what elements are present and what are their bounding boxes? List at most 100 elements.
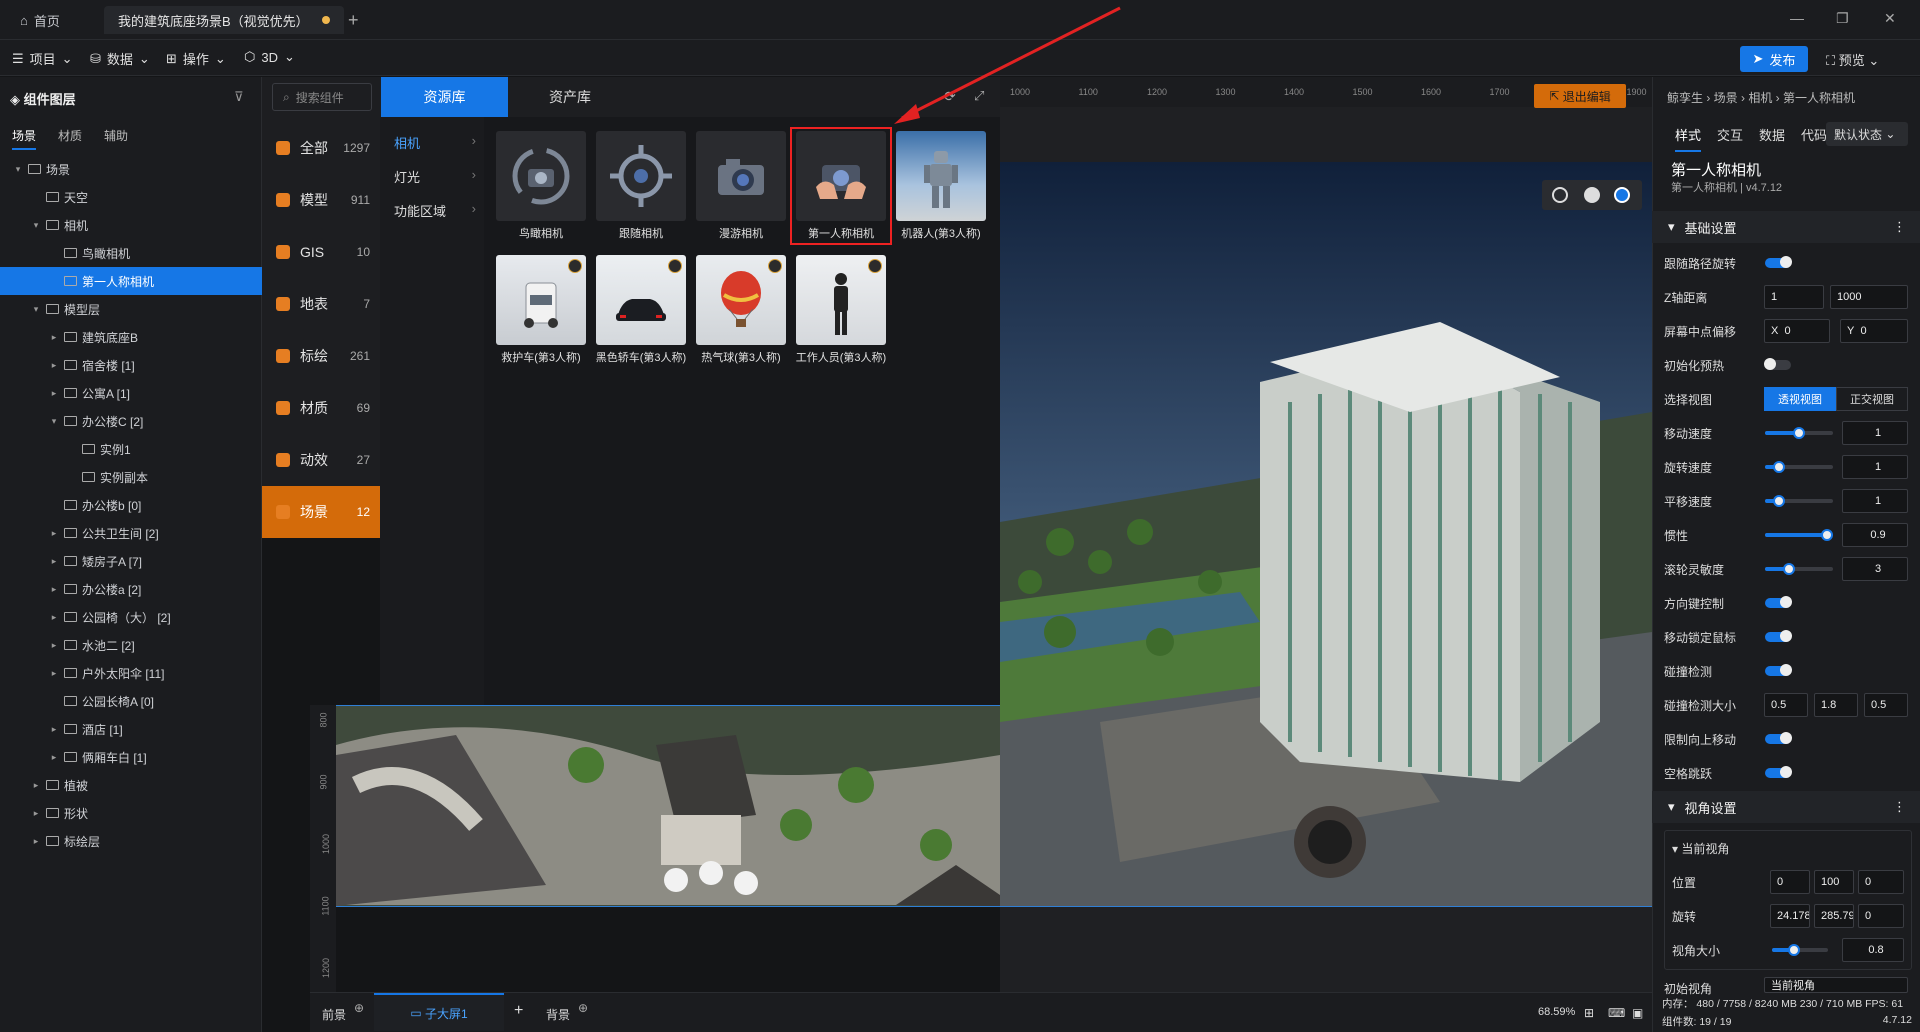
- foreground-tab[interactable]: 前景: [322, 1006, 346, 1023]
- tree-item[interactable]: ▸ 形状: [0, 799, 262, 827]
- current-view-header[interactable]: ▾ 当前视角: [1672, 840, 1729, 857]
- item-hot-air-balloon[interactable]: [696, 255, 786, 345]
- z-min-input[interactable]: 1: [1764, 285, 1824, 309]
- caret-icon[interactable]: ▸: [48, 584, 60, 595]
- tree-item[interactable]: ▸ 矮房子A [7]: [0, 547, 262, 575]
- init-view-select[interactable]: 当前视角: [1764, 977, 1908, 993]
- z-max-input[interactable]: 1000: [1830, 285, 1908, 309]
- tree-item[interactable]: 实例副本: [0, 463, 262, 491]
- child-screen-tab[interactable]: ▭ 子大屏1: [374, 993, 504, 1031]
- category-item[interactable]: 模型 911: [262, 174, 380, 226]
- subcat-camera[interactable]: 相机 ›: [394, 133, 476, 152]
- caret-icon[interactable]: ▸: [30, 836, 42, 847]
- lock-mouse-toggle[interactable]: [1765, 630, 1792, 642]
- exit-edit-button[interactable]: ⇱ 退出编辑: [1534, 84, 1626, 108]
- tab-home[interactable]: ⌂ 首页: [20, 6, 60, 34]
- add-screen-button[interactable]: +: [514, 1002, 523, 1020]
- add-tab-button[interactable]: +: [348, 6, 359, 34]
- caret-icon[interactable]: ▸: [48, 360, 60, 371]
- caret-icon[interactable]: ▸: [48, 752, 60, 763]
- section-basic[interactable]: ▾ 基础设置 ⋮: [1652, 211, 1920, 243]
- camera-view-icon[interactable]: [1614, 187, 1630, 203]
- publish-button[interactable]: ➤ 发布: [1740, 46, 1808, 72]
- add-circle-icon[interactable]: ⊕: [354, 1001, 364, 1015]
- menu-project[interactable]: ☰ 项目 ⌄: [12, 49, 73, 68]
- tree-item[interactable]: 鸟瞰相机: [0, 239, 262, 267]
- collision-size-z[interactable]: 0.5: [1864, 693, 1908, 717]
- close-icon[interactable]: ✕: [1884, 10, 1896, 27]
- collision-size-x[interactable]: 0.5: [1764, 693, 1808, 717]
- expand-icon[interactable]: ⤢: [974, 88, 984, 104]
- scene-render-lower[interactable]: [336, 705, 1000, 906]
- tree-item[interactable]: ▾ 模型层: [0, 295, 262, 323]
- caret-icon[interactable]: ▸: [48, 668, 60, 679]
- tree-item[interactable]: ▸ 公共卫生间 [2]: [0, 519, 262, 547]
- category-item[interactable]: 地表 7: [262, 278, 380, 330]
- tree-item[interactable]: ▸ 办公楼a [2]: [0, 575, 262, 603]
- tab-code[interactable]: 代码: [1801, 125, 1827, 152]
- add-circle-icon[interactable]: ⊕: [578, 1001, 588, 1015]
- collision-size-y[interactable]: 1.8: [1814, 693, 1858, 717]
- more-icon[interactable]: ⋮: [1893, 799, 1906, 815]
- tree-item[interactable]: ▸ 水池二 [2]: [0, 631, 262, 659]
- tree-item[interactable]: ▾ 相机: [0, 211, 262, 239]
- sphere-icon[interactable]: [1584, 187, 1600, 203]
- orthographic-view-button[interactable]: 正交视图: [1836, 387, 1908, 411]
- fit-screen-icon[interactable]: ⊞: [1584, 1006, 1594, 1020]
- restore-icon[interactable]: ❐: [1836, 10, 1849, 27]
- init-preload-toggle[interactable]: [1764, 358, 1791, 370]
- refresh-icon[interactable]: ⟳: [944, 88, 956, 105]
- caret-icon[interactable]: ▸: [48, 640, 60, 651]
- caret-icon[interactable]: ▾: [30, 304, 42, 315]
- fov-input[interactable]: 0.8: [1842, 938, 1904, 962]
- category-item[interactable]: 材质 69: [262, 382, 380, 434]
- tree-item[interactable]: ▸ 植被: [0, 771, 262, 799]
- rotation-x-input[interactable]: 24.178: [1770, 904, 1810, 928]
- position-x-input[interactable]: 0: [1770, 870, 1810, 894]
- tab-style[interactable]: 样式: [1675, 125, 1702, 152]
- rotation-y-input[interactable]: 285.79: [1814, 904, 1854, 928]
- rotation-z-input[interactable]: 0: [1858, 904, 1904, 928]
- tree-item[interactable]: 公园长椅A [0]: [0, 687, 262, 715]
- item-robot[interactable]: [896, 131, 986, 221]
- limit-up-toggle[interactable]: [1765, 732, 1792, 744]
- tree-item[interactable]: ▾ 办公楼C [2]: [0, 407, 262, 435]
- terminal-icon[interactable]: ▣: [1632, 1006, 1643, 1020]
- caret-icon[interactable]: ▸: [30, 780, 42, 791]
- tree-item[interactable]: 天空: [0, 183, 262, 211]
- globe-icon[interactable]: [1552, 187, 1568, 203]
- position-y-input[interactable]: 100: [1814, 870, 1854, 894]
- item-birdseye-camera[interactable]: [496, 131, 586, 221]
- state-select[interactable]: 默认状态 ⌄: [1826, 122, 1908, 146]
- follow-rotate-toggle[interactable]: [1765, 256, 1792, 268]
- pan-speed-slider[interactable]: [1765, 495, 1833, 507]
- category-item[interactable]: 标绘 261: [262, 330, 380, 382]
- subcat-light[interactable]: 灯光 ›: [394, 167, 476, 186]
- direction-key-toggle[interactable]: [1765, 596, 1792, 608]
- item-ambulance[interactable]: [496, 255, 586, 345]
- tree-item[interactable]: ▸ 户外太阳伞 [11]: [0, 659, 262, 687]
- tree-item[interactable]: 办公楼b [0]: [0, 491, 262, 519]
- category-item[interactable]: GIS 10: [262, 226, 380, 278]
- menu-operate[interactable]: ⊞ 操作 ⌄: [166, 49, 226, 68]
- subcat-area[interactable]: 功能区域 ›: [394, 201, 476, 220]
- keyboard-icon[interactable]: ⌨: [1608, 1006, 1625, 1020]
- offset-y-input[interactable]: Y 0: [1840, 319, 1908, 343]
- wheel-sensitivity-input[interactable]: 3: [1842, 557, 1908, 581]
- pan-speed-input[interactable]: 1: [1842, 489, 1908, 513]
- tree-item[interactable]: ▸ 宿舍楼 [1]: [0, 351, 262, 379]
- scene-render[interactable]: [1000, 162, 1652, 906]
- tab-interaction[interactable]: 交互: [1717, 125, 1743, 152]
- inertia-input[interactable]: 0.9: [1842, 523, 1908, 547]
- position-z-input[interactable]: 0: [1858, 870, 1904, 894]
- tree-item[interactable]: ▸ 公园椅（大） [2]: [0, 603, 262, 631]
- fov-slider[interactable]: [1772, 944, 1828, 956]
- tab-resource-library[interactable]: 资源库: [381, 77, 508, 117]
- caret-icon[interactable]: ▸: [48, 528, 60, 539]
- tree-item[interactable]: ▸ 俩厢车白 [1]: [0, 743, 262, 771]
- search-input[interactable]: ⌕ 搜索组件: [272, 83, 372, 111]
- minimize-icon[interactable]: —: [1790, 10, 1804, 26]
- caret-icon[interactable]: ▸: [48, 388, 60, 399]
- tree-item[interactable]: ▸ 公寓A [1]: [0, 379, 262, 407]
- caret-icon[interactable]: ▸: [48, 556, 60, 567]
